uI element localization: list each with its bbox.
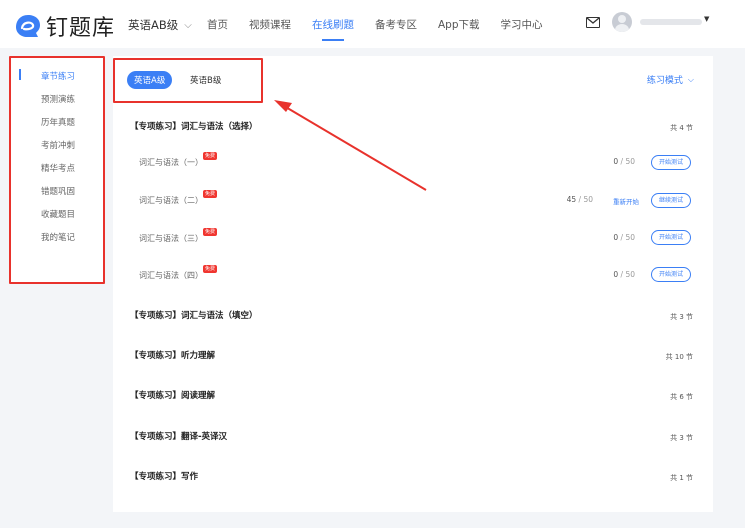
annotation-arrow <box>274 100 427 191</box>
